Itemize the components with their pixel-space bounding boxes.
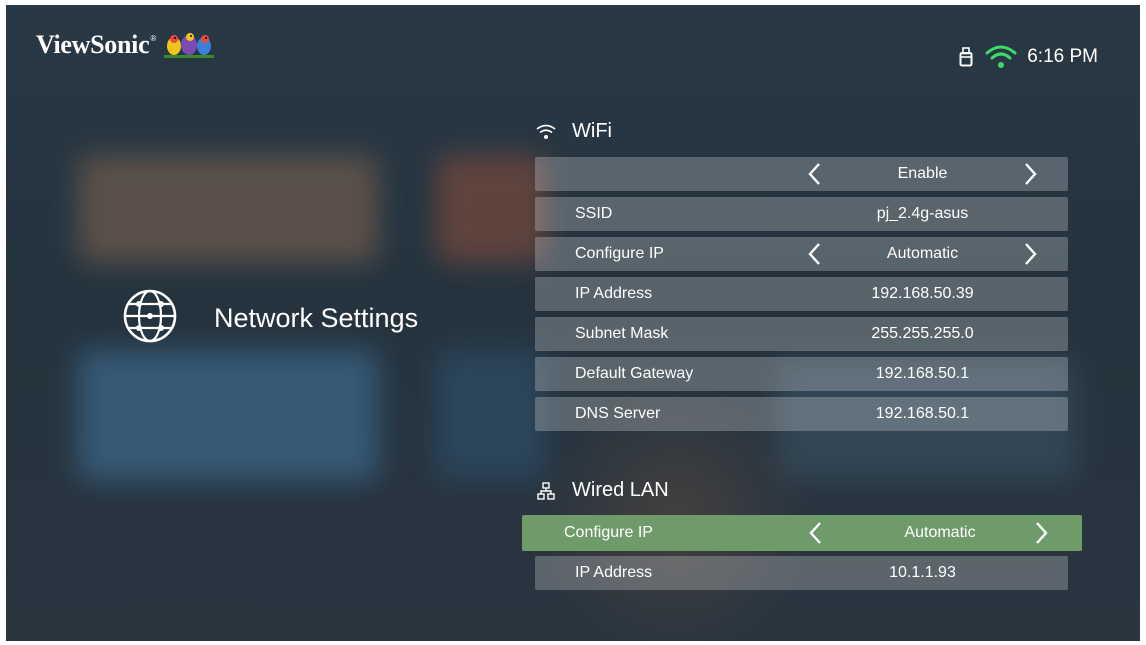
usb-storage-icon [959, 47, 973, 67]
row-label: Subnet Mask [575, 325, 669, 342]
network-icon [534, 481, 558, 500]
row-value: Automatic [886, 245, 959, 262]
wired-lan-title: Wired LAN [572, 479, 669, 501]
row-label: IP Address [575, 285, 653, 302]
wifi-enable-row[interactable]: Enable [535, 157, 1068, 191]
wifi-dns-server-row[interactable]: DNS Server 192.168.50.1 [535, 397, 1068, 431]
chevron-right-icon[interactable] [1021, 241, 1041, 267]
wifi-default-gateway-row[interactable]: Default Gateway 192.168.50.1 [535, 357, 1068, 391]
brand-logo: ViewSonic ® [36, 30, 216, 67]
background-tile [78, 155, 378, 263]
wifi-configure-ip-row[interactable]: Configure IP Automatic [535, 237, 1068, 271]
wifi-ssid-row[interactable]: SSID pj_2.4g-asus [535, 197, 1068, 231]
row-label: Configure IP [575, 245, 664, 262]
wifi-title: WiFi [572, 120, 612, 142]
wifi-connected-icon [985, 44, 1017, 70]
chevron-right-icon[interactable] [1032, 520, 1052, 546]
row-value: 255.255.255.0 [871, 325, 974, 342]
wifi-subnet-mask-row[interactable]: Subnet Mask 255.255.255.0 [535, 317, 1068, 351]
row-value: 192.168.50.1 [875, 365, 970, 382]
row-value: 192.168.50.39 [871, 285, 974, 302]
row-value: Enable [897, 165, 948, 182]
status-bar: 6:16 PM [959, 44, 1098, 70]
wifi-icon [534, 124, 558, 140]
wired-lan-section-title: Wired LAN [534, 479, 669, 502]
birds-logo-icon [162, 28, 216, 67]
row-value: pj_2.4g-asus [876, 205, 969, 222]
projector-screen: ViewSonic ® 6:16 PM Network Settings WiF… [6, 5, 1140, 641]
row-label: IP Address [575, 564, 653, 581]
background-tile [78, 350, 378, 480]
row-label: DNS Server [575, 405, 661, 422]
wired-ip-address-row[interactable]: IP Address 10.1.1.93 [535, 556, 1068, 590]
row-label: Configure IP [564, 524, 653, 541]
row-label: Default Gateway [575, 365, 694, 382]
globe-icon [122, 288, 178, 349]
wifi-ip-address-row[interactable]: IP Address 192.168.50.39 [535, 277, 1068, 311]
wired-configure-ip-row[interactable]: Configure IP Automatic [522, 515, 1082, 551]
clock: 6:16 PM [1027, 46, 1098, 67]
wifi-section-title: WiFi [534, 120, 612, 143]
brand-name: ViewSonic [36, 30, 150, 59]
registered-mark: ® [150, 34, 157, 43]
page-title: Network Settings [214, 303, 419, 333]
page-heading: Network Settings [122, 288, 418, 349]
chevron-right-icon[interactable] [1021, 161, 1041, 187]
row-value: 10.1.1.93 [889, 564, 956, 581]
row-value: 192.168.50.1 [875, 405, 970, 422]
background-tile [436, 155, 546, 263]
row-label: SSID [575, 205, 613, 222]
